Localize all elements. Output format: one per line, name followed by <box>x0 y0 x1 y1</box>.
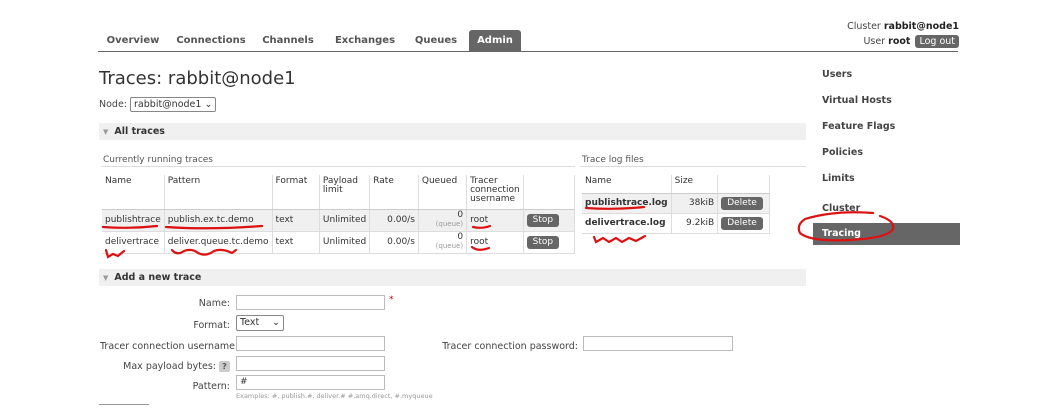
squiggle-mark <box>470 245 491 251</box>
squiggle-mark <box>104 248 126 259</box>
squiggle-mark <box>170 248 238 256</box>
circle-mark <box>797 211 895 242</box>
underline-mark <box>101 224 159 229</box>
underline-mark <box>471 224 492 229</box>
underline-mark <box>164 224 264 230</box>
squiggle-mark <box>592 234 647 244</box>
annotation-overlay <box>101 205 895 259</box>
underline-mark <box>584 205 646 210</box>
